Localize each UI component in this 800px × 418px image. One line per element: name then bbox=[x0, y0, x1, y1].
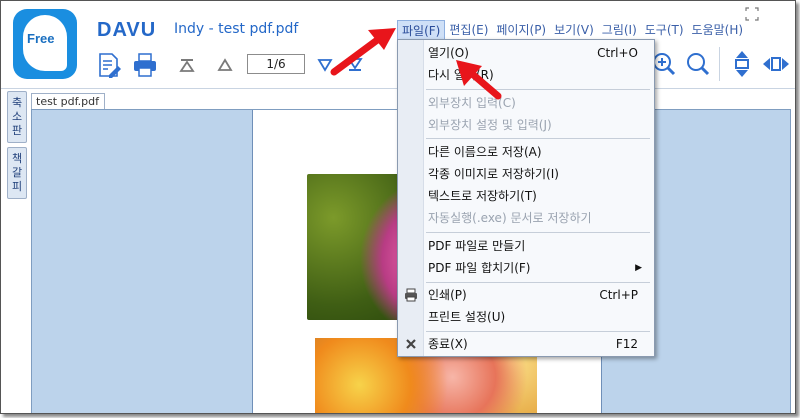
menu-item-shortcut: Ctrl+P bbox=[599, 288, 638, 302]
submenu-arrow-icon: ▶ bbox=[635, 263, 642, 273]
menu-item-open[interactable]: 열기(O) Ctrl+O bbox=[428, 42, 650, 64]
fit-width-icon bbox=[763, 57, 789, 71]
fit-height-button[interactable] bbox=[729, 49, 755, 79]
first-page-button[interactable] bbox=[177, 55, 197, 75]
close-icon bbox=[402, 335, 420, 353]
next-page-button[interactable] bbox=[315, 55, 335, 75]
last-page-icon bbox=[347, 58, 363, 71]
menu-item-save-image[interactable]: 각종 이미지로 저장하기(I) bbox=[428, 163, 650, 185]
menu-item-label: 자동실행(.exe) 문서로 저장하기 bbox=[428, 211, 592, 225]
menu-separator bbox=[426, 232, 650, 233]
menu-help[interactable]: 도움말(H) bbox=[688, 20, 748, 40]
file-menu-dropdown: 열기(O) Ctrl+O 다시 열기(R) 외부장치 입력(C) 외부장치 설정… bbox=[397, 39, 655, 357]
edit-document-button[interactable] bbox=[95, 51, 123, 79]
fit-width-button[interactable] bbox=[761, 51, 791, 77]
menu-separator bbox=[426, 282, 650, 283]
printer-icon bbox=[402, 286, 420, 304]
menu-separator bbox=[426, 138, 650, 139]
app-logo: Free bbox=[13, 9, 77, 79]
menu-item-print-settings[interactable]: 프린트 설정(U) bbox=[428, 306, 650, 328]
sidetab-bookmark[interactable]: 책갈피 bbox=[7, 147, 27, 199]
printer-icon bbox=[134, 53, 156, 77]
menu-item-label: 열기(O) bbox=[428, 46, 469, 60]
menu-item-merge-pdf[interactable]: PDF 파일 합치기(F) ▶ bbox=[428, 257, 650, 279]
menu-item-save-exe: 자동실행(.exe) 문서로 저장하기 bbox=[428, 207, 650, 229]
fit-height-icon bbox=[735, 51, 749, 77]
menu-edit[interactable]: 편집(E) bbox=[445, 20, 492, 40]
menu-item-shortcut: Ctrl+O bbox=[597, 46, 638, 60]
menu-separator bbox=[426, 89, 650, 90]
side-panel-tabs: 축소판 책갈피 bbox=[7, 91, 29, 203]
print-button[interactable] bbox=[131, 51, 159, 79]
toolbar-separator bbox=[719, 47, 720, 81]
triangle-down-icon bbox=[317, 59, 333, 72]
menu-separator bbox=[426, 331, 650, 332]
menu-item-label: 외부장치 설정 및 입력(J) bbox=[428, 118, 552, 132]
menu-tools[interactable]: 도구(T) bbox=[641, 20, 688, 40]
menu-item-label: 외부장치 입력(C) bbox=[428, 96, 516, 110]
menu-item-label: PDF 파일로 만들기 bbox=[428, 239, 526, 253]
menu-item-external-settings: 외부장치 설정 및 입력(J) bbox=[428, 114, 650, 136]
brand-name: DAVU bbox=[97, 19, 157, 41]
menu-item-label: 다시 열기(R) bbox=[428, 68, 494, 82]
menu-item-label: 다른 이름으로 저장(A) bbox=[428, 145, 542, 159]
first-page-icon bbox=[179, 59, 195, 72]
last-page-button[interactable] bbox=[345, 55, 365, 75]
menu-item-label: 인쇄(P) bbox=[428, 288, 467, 302]
fullscreen-icon[interactable] bbox=[745, 7, 759, 21]
menu-item-label: 텍스트로 저장하기(T) bbox=[428, 189, 537, 203]
menu-item-label: 각종 이미지로 저장하기(I) bbox=[428, 167, 559, 181]
menu-item-external-input: 외부장치 입력(C) bbox=[428, 92, 650, 114]
search-button[interactable] bbox=[685, 51, 711, 77]
sidetab-thumbnail[interactable]: 축소판 bbox=[7, 91, 27, 143]
sidetab-label: 축소판 bbox=[11, 96, 23, 137]
menu-item-exit[interactable]: 종료(X) F12 bbox=[428, 333, 650, 355]
menu-image[interactable]: 그림(I) bbox=[598, 20, 641, 40]
logo-text: Free bbox=[27, 31, 55, 46]
menu-item-shortcut: F12 bbox=[615, 337, 638, 351]
menu-icon-gutter bbox=[398, 40, 424, 356]
menu-item-label: 프린트 설정(U) bbox=[428, 310, 506, 324]
search-icon bbox=[687, 53, 710, 76]
menu-item-save-as[interactable]: 다른 이름으로 저장(A) bbox=[428, 141, 650, 163]
menu-item-label: PDF 파일 합치기(F) bbox=[428, 261, 531, 275]
page-number-input[interactable]: 1/6 bbox=[247, 54, 305, 74]
triangle-up-icon bbox=[217, 58, 233, 71]
app-window: Free DAVU Indy - test pdf.pdf 파일(F) 편집(E… bbox=[0, 0, 796, 414]
menu-view[interactable]: 보기(V) bbox=[550, 20, 598, 40]
menu-page[interactable]: 페이지(P) bbox=[492, 20, 550, 40]
sidetab-label: 책갈피 bbox=[11, 152, 23, 193]
window-title: Indy - test pdf.pdf bbox=[174, 21, 299, 37]
menu-item-make-pdf[interactable]: PDF 파일로 만들기 bbox=[428, 235, 650, 257]
menu-item-reopen[interactable]: 다시 열기(R) bbox=[428, 64, 650, 86]
menu-file[interactable]: 파일(F) bbox=[397, 20, 446, 40]
menu-item-save-text[interactable]: 텍스트로 저장하기(T) bbox=[428, 185, 650, 207]
edit-document-icon bbox=[99, 53, 121, 78]
menu-item-print[interactable]: 인쇄(P) Ctrl+P bbox=[428, 284, 650, 306]
menu-item-label: 종료(X) bbox=[428, 337, 468, 351]
document-tab[interactable]: test pdf.pdf bbox=[31, 93, 105, 110]
menu-bar: 파일(F) 편집(E) 페이지(P) 보기(V) 그림(I) 도구(T) 도움말… bbox=[397, 20, 747, 40]
previous-page-button[interactable] bbox=[215, 55, 235, 75]
